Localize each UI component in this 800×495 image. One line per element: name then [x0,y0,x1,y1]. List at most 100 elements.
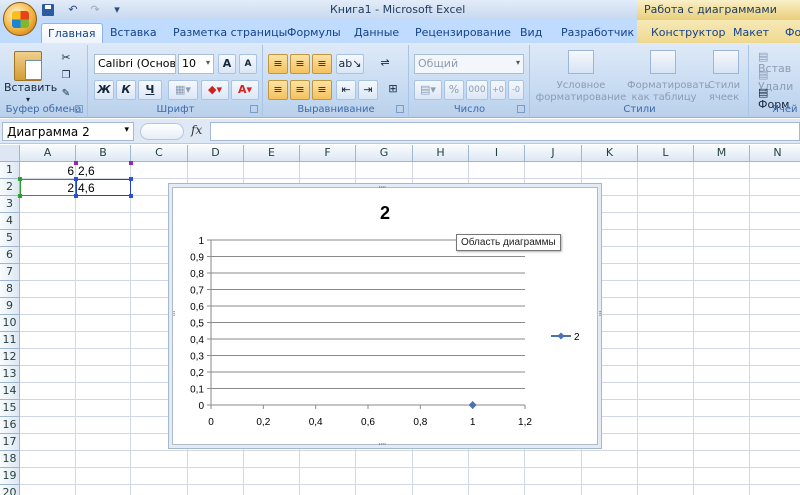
row-header-6[interactable]: 6 [0,247,20,264]
row-header-1[interactable]: 1 [0,162,20,179]
range-handle[interactable] [129,161,133,165]
save-button[interactable] [42,2,60,18]
column-header-h[interactable]: H [413,145,469,162]
row-header-7[interactable]: 7 [0,264,20,281]
cell-styles-button[interactable]: Стили ячеек [701,80,747,104]
format-painter-button[interactable]: ✎ [56,85,76,101]
chart-area[interactable]: 2 0 0,1 0,2 0,3 0,4 0,5 0,6 0,7 0,8 0,9 1 0 0,2 0,4 0,… [172,187,598,445]
customize-qat-button[interactable]: ▾ [108,2,126,18]
formula-bar-splitter[interactable] [140,123,184,140]
row-header-16[interactable]: 16 [0,417,20,434]
row-header-9[interactable]: 9 [0,298,20,315]
tab-layout[interactable]: Макет [727,23,775,43]
row-header-12[interactable]: 12 [0,349,20,366]
tab-insert[interactable]: Вставка [104,23,163,43]
column-header-g[interactable]: G [356,145,413,162]
tab-design[interactable]: Конструктор [645,23,731,43]
thousands-button[interactable]: 000 [466,80,488,100]
row-header-10[interactable]: 10 [0,315,20,332]
row-header-20[interactable]: 20 [0,485,20,495]
row-header-18[interactable]: 18 [0,451,20,468]
number-format-combo[interactable]: Общий ▾ [414,54,524,74]
conditional-formatting-button[interactable]: Условное форматирование [535,80,627,104]
paste-icon[interactable] [14,51,42,81]
column-header-k[interactable]: K [582,145,638,162]
tab-format[interactable]: Фо [779,23,800,43]
row-header-14[interactable]: 14 [0,383,20,400]
column-header-j[interactable]: J [525,145,582,162]
column-header-a[interactable]: A [20,145,76,162]
clipboard-launcher-icon[interactable] [75,105,83,113]
bold-button[interactable]: Ж [94,80,114,100]
align-bottom-button[interactable]: ≡ [312,54,332,74]
row-header-11[interactable]: 11 [0,332,20,349]
row-header-3[interactable]: 3 [0,196,20,213]
name-box[interactable]: Диаграмма 2 ▾ [2,122,134,141]
undo-button[interactable]: ↶ [64,2,82,18]
tab-formulas[interactable]: Формулы [281,23,347,43]
align-left-button[interactable]: ≡ [268,80,288,100]
cell-a1[interactable]: 6 [21,163,76,180]
column-header-m[interactable]: M [694,145,750,162]
range-handle[interactable] [129,194,133,198]
tab-review[interactable]: Рецензирование [409,23,517,43]
row-header-4[interactable]: 4 [0,213,20,230]
column-header-d[interactable]: D [188,145,244,162]
copy-button[interactable]: ❐ [56,67,76,83]
paste-button[interactable]: Вставить [4,82,57,94]
format-as-table-icon[interactable] [650,50,676,74]
row-header-8[interactable]: 8 [0,281,20,298]
column-header-f[interactable]: F [300,145,356,162]
font-size-combo[interactable]: 10 ▾ [178,54,214,74]
merge-cells-button[interactable]: ⊞ [382,80,404,100]
shrink-font-button[interactable]: A [239,54,257,74]
select-all-button[interactable] [0,145,20,162]
range-handle[interactable] [74,177,78,181]
column-header-l[interactable]: L [638,145,694,162]
borders-button[interactable]: ▦▾ [168,80,198,100]
increase-decimal-button[interactable]: +0 [490,80,506,100]
increase-indent-button[interactable]: ⇥ [358,80,378,100]
orientation-button[interactable]: ab↘ [336,54,364,74]
column-header-n[interactable]: N [750,145,800,162]
align-middle-button[interactable]: ≡ [290,54,310,74]
chart-resize-handle-right[interactable]: ··· [594,310,604,316]
column-header-c[interactable]: C [131,145,188,162]
range-handle[interactable] [18,177,22,181]
tab-data[interactable]: Данные [348,23,405,43]
column-header-i[interactable]: I [469,145,525,162]
align-right-button[interactable]: ≡ [312,80,332,100]
font-color-button[interactable]: A▾ [231,80,259,100]
chart-resize-handle-left[interactable]: ··· [168,310,178,316]
cell-styles-icon[interactable] [713,50,739,74]
range-handle[interactable] [18,194,22,198]
font-launcher-icon[interactable] [250,105,258,113]
italic-button[interactable]: К [116,80,136,100]
tab-home[interactable]: Главная [41,23,103,43]
number-launcher-icon[interactable] [517,105,525,113]
row-header-2[interactable]: 2 [0,179,20,196]
align-top-button[interactable]: ≡ [268,54,288,74]
row-header-5[interactable]: 5 [0,230,20,247]
column-header-e[interactable]: E [244,145,300,162]
chart-resize-handle-bottom[interactable]: ···· [378,440,387,450]
row-header-15[interactable]: 15 [0,400,20,417]
formula-input[interactable] [210,122,800,141]
decrease-decimal-button[interactable]: -0 [508,80,524,100]
underline-button[interactable]: Ч [138,80,162,100]
redo-button[interactable]: ↷ [86,2,104,18]
cell-b1[interactable]: 2,6 [76,163,131,180]
decrease-indent-button[interactable]: ⇤ [336,80,356,100]
align-center-button[interactable]: ≡ [290,80,310,100]
row-header-13[interactable]: 13 [0,366,20,383]
office-button[interactable] [3,2,37,36]
chart-resize-handle-top[interactable]: ···· [378,183,387,193]
tab-view[interactable]: Вид [514,23,548,43]
grow-font-button[interactable]: A [218,54,236,74]
currency-button[interactable]: ▤▾ [414,80,442,100]
range-handle[interactable] [129,177,133,181]
percent-button[interactable]: % [444,80,464,100]
insert-function-button[interactable]: fx [191,123,202,137]
cut-button[interactable]: ✂ [56,49,76,65]
range-handle[interactable] [74,194,78,198]
